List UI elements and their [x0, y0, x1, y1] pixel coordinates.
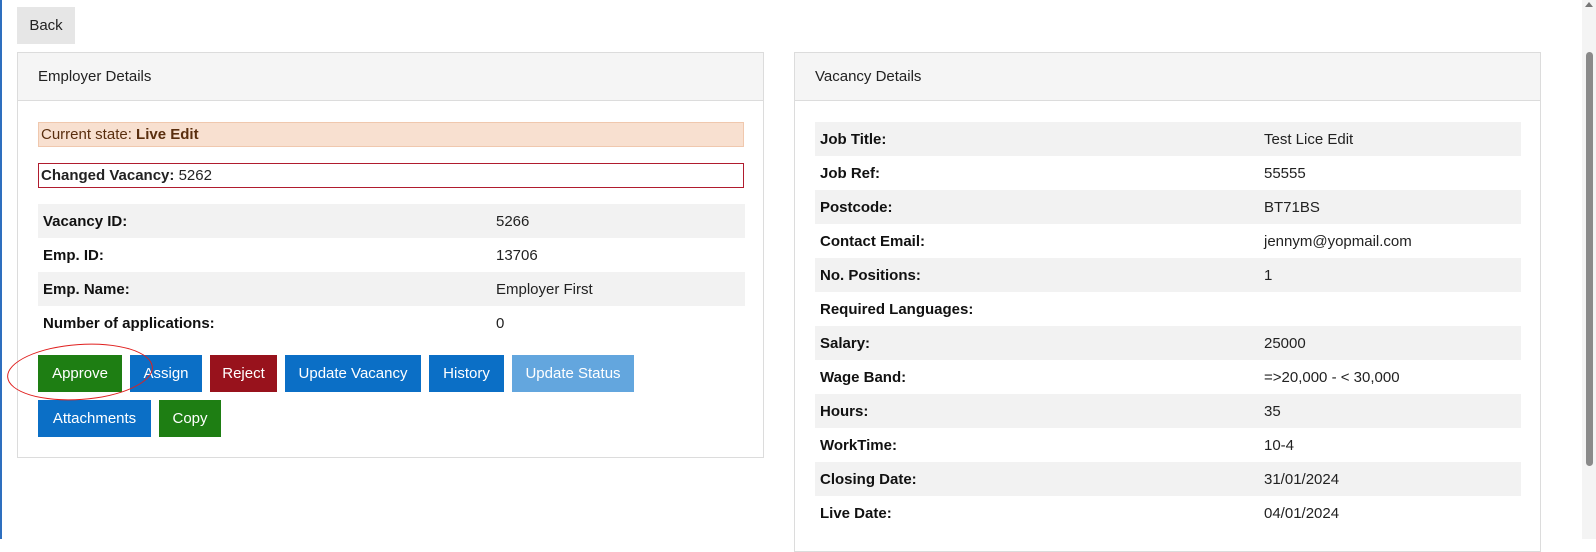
- row-label: No. Positions:: [815, 258, 1259, 292]
- row-label: Wage Band:: [820, 368, 907, 386]
- row-label: Emp. ID:: [43, 246, 104, 264]
- row-value: 0: [496, 314, 505, 332]
- table-row: Live Date: 04/01/2024: [815, 496, 1521, 530]
- row-label: Emp. Name:: [38, 272, 491, 306]
- vertical-scrollbar[interactable]: [1582, 0, 1596, 539]
- row-label: Live Date:: [820, 504, 892, 522]
- row-label: Number of applications:: [43, 314, 215, 332]
- row-value: 31/01/2024: [1259, 462, 1521, 496]
- update-vacancy-button[interactable]: Update Vacancy: [285, 355, 421, 392]
- approve-button[interactable]: Approve: [38, 355, 122, 392]
- table-row: Emp. Name: Employer First: [38, 272, 745, 306]
- scroll-up-arrow-icon[interactable]: [1585, 2, 1593, 7]
- changed-vacancy-box: Changed Vacancy: 5262: [38, 163, 744, 188]
- vacancy-panel-title: Vacancy Details: [795, 53, 1540, 101]
- reject-button[interactable]: Reject: [210, 355, 277, 392]
- row-value: 1: [1259, 258, 1521, 292]
- copy-button[interactable]: Copy: [159, 400, 221, 437]
- employer-details-panel: Employer Details Current state: Live Edi…: [17, 52, 764, 458]
- table-row: Wage Band: =>20,000 - < 30,000: [815, 360, 1521, 394]
- row-label: Closing Date:: [815, 462, 1259, 496]
- row-value: =>20,000 - < 30,000: [1264, 368, 1400, 386]
- scrollbar-thumb[interactable]: [1586, 52, 1593, 466]
- table-row: Emp. ID: 13706: [38, 238, 745, 272]
- table-row: Vacancy ID: 5266: [38, 204, 745, 238]
- row-label: Vacancy ID:: [38, 204, 491, 238]
- employer-panel-title: Employer Details: [18, 53, 763, 101]
- current-state-alert: Current state: Live Edit: [38, 122, 744, 147]
- row-label: Job Title:: [815, 122, 1259, 156]
- employer-details-table: Vacancy ID: 5266 Emp. ID: 13706 Emp. Nam…: [38, 204, 745, 340]
- history-button[interactable]: History: [429, 355, 504, 392]
- row-label: Salary:: [815, 326, 1259, 360]
- table-row: Job Title: Test Lice Edit: [815, 122, 1521, 156]
- changed-vacancy-label: Changed Vacancy:: [41, 167, 175, 184]
- vacancy-details-panel: Vacancy Details Job Title: Test Lice Edi…: [794, 52, 1541, 552]
- changed-vacancy-value: 5262: [178, 167, 212, 184]
- table-row: Postcode: BT71BS: [815, 190, 1521, 224]
- state-value: Live Edit: [136, 126, 199, 143]
- table-row: Number of applications: 0: [38, 306, 745, 340]
- row-label: Hours:: [815, 394, 1259, 428]
- row-value: jennym@yopmail.com: [1264, 232, 1412, 250]
- row-value: 5266: [491, 204, 745, 238]
- table-row: Required Languages:: [815, 292, 1521, 326]
- attachments-button[interactable]: Attachments: [38, 400, 151, 437]
- left-edge-accent: [0, 0, 2, 539]
- row-value: 35: [1259, 394, 1521, 428]
- assign-button[interactable]: Assign: [130, 355, 202, 392]
- table-row: Job Ref: 55555: [815, 156, 1521, 190]
- row-value: [1259, 292, 1521, 326]
- row-value: Employer First: [491, 272, 745, 306]
- row-value: 04/01/2024: [1264, 504, 1340, 522]
- row-value: BT71BS: [1259, 190, 1521, 224]
- row-label: Job Ref:: [820, 164, 880, 182]
- row-label: WorkTime:: [820, 436, 897, 454]
- table-row: No. Positions: 1: [815, 258, 1521, 292]
- vacancy-details-table: Job Title: Test Lice Edit Job Ref: 55555…: [815, 122, 1521, 530]
- row-value: 55555: [1264, 164, 1306, 182]
- row-label: Required Languages:: [820, 300, 974, 318]
- back-button[interactable]: Back: [17, 7, 75, 44]
- table-row: Contact Email: jennym@yopmail.com: [815, 224, 1521, 258]
- row-value: 25000: [1259, 326, 1521, 360]
- table-row: Hours: 35: [815, 394, 1521, 428]
- row-value: 10-4: [1264, 436, 1295, 454]
- state-label: Current state:: [41, 126, 132, 143]
- row-value: 13706: [496, 246, 538, 264]
- table-row: Closing Date: 31/01/2024: [815, 462, 1521, 496]
- row-label: Contact Email:: [820, 232, 926, 250]
- table-row: Salary: 25000: [815, 326, 1521, 360]
- row-label: Postcode:: [815, 190, 1259, 224]
- row-value: Test Lice Edit: [1259, 122, 1521, 156]
- table-row: WorkTime: 10-4: [815, 428, 1521, 462]
- update-status-button[interactable]: Update Status: [512, 355, 634, 392]
